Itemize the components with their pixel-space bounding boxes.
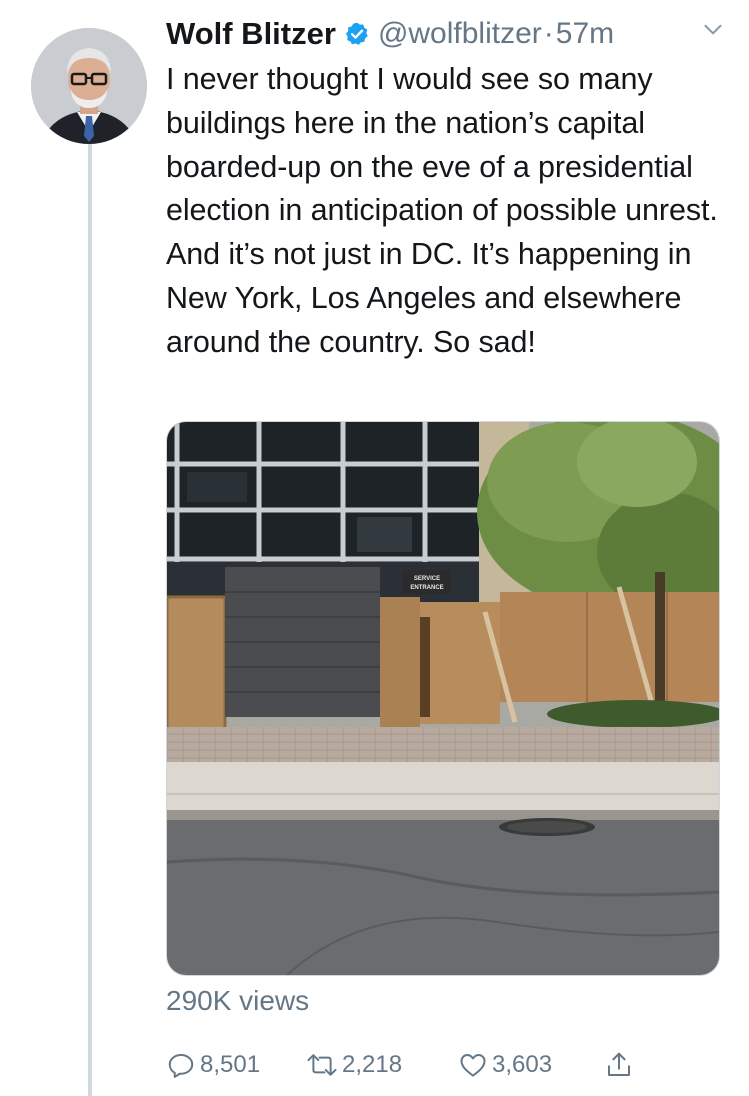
tweet-header: Wolf Blitzer @wolfblitzer · 57m [166, 12, 726, 56]
avatar[interactable] [31, 28, 147, 144]
reply-button[interactable]: 8,501 [166, 1050, 260, 1080]
verified-badge-icon [344, 21, 370, 47]
reply-icon [166, 1050, 196, 1080]
view-count: 290K views [166, 985, 310, 1016]
like-button[interactable]: 3,603 [458, 1050, 552, 1080]
retweet-button[interactable]: 2,218 [306, 1050, 402, 1080]
timestamp[interactable]: 57m [556, 17, 614, 51]
separator-dot: · [543, 17, 554, 50]
chevron-down-icon[interactable] [700, 16, 726, 42]
thread-line [88, 143, 92, 1096]
reply-count: 8,501 [200, 1051, 261, 1078]
retweet-icon [306, 1050, 338, 1080]
display-name[interactable]: Wolf Blitzer [166, 16, 336, 52]
sign-line-2: ENTRANCE [410, 585, 443, 591]
share-icon [604, 1050, 634, 1080]
sign-line-1: SERVICE [414, 576, 440, 582]
like-count: 3,603 [492, 1051, 553, 1078]
retweet-count: 2,218 [342, 1051, 403, 1078]
tweet-text: I never thought I would see so many buil… [166, 62, 718, 359]
tweet-media-video[interactable]: SERVICE ENTRANCE [166, 421, 720, 976]
tweet-actions: 8,501 2,218 3,603 [166, 1050, 666, 1090]
handle[interactable]: @wolfblitzer [378, 17, 542, 51]
like-icon [458, 1050, 488, 1080]
share-button[interactable] [604, 1050, 634, 1080]
